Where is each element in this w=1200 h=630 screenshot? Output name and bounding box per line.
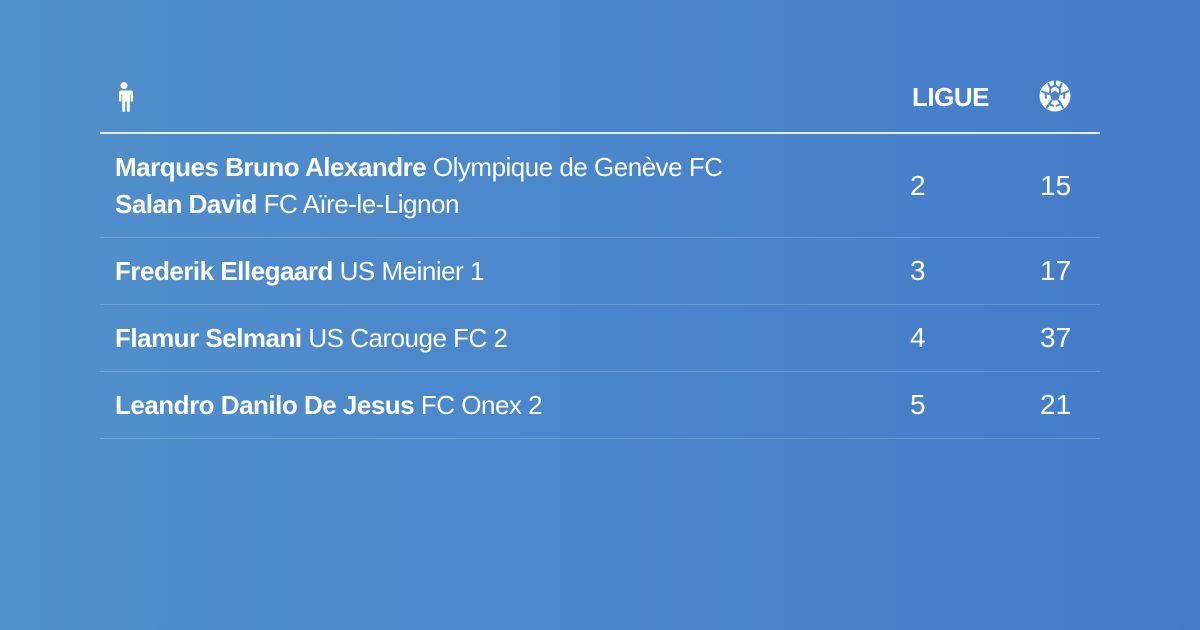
players-cell: Frederik Ellegaard US Meinier 1 [115,238,484,304]
table-row: Marques Bruno Alexandre Olympique de Gen… [100,134,1100,238]
table-row: Flamur Selmani US Carouge FC 2 4 37 [100,305,1100,372]
player-entry: Salan David FC Aïre-le-Lignon [115,186,723,223]
player-entry: Flamur Selmani US Carouge FC 2 [115,320,508,357]
player-club: US Carouge FC 2 [308,322,508,353]
player-name: Flamur Selmani [115,322,302,353]
goals-value: 15 [1040,169,1072,201]
person-icon [117,82,133,112]
player-club: US Meinier 1 [339,255,485,286]
player-name: Salan David [115,188,257,219]
league-value: 4 [910,322,926,353]
players-cell: Leandro Danilo De Jesus FC Onex 2 [115,372,543,438]
goals-value: 37 [1040,322,1072,353]
player-club: FC Aïre-le-Lignon [263,188,460,219]
player-name: Frederik Ellegaard [115,255,333,286]
league-value: 2 [910,169,926,201]
player-club: FC Onex 2 [420,389,543,420]
table-header: LIGUE [100,58,1100,134]
players-cell: Marques Bruno Alexandre Olympique de Gen… [115,134,723,237]
league-column-header: LIGUE [912,82,989,112]
player-club: Olympique de Genève FC [432,151,723,182]
goals-value: 17 [1040,255,1072,286]
scorers-table: LIGUE Marques Bruno Alexandre Olympique … [100,58,1100,439]
player-entry: Frederik Ellegaard US Meinier 1 [115,253,484,290]
league-value: 3 [910,255,926,286]
player-name: Marques Bruno Alexandre [115,151,427,182]
player-entry: Marques Bruno Alexandre Olympique de Gen… [115,149,723,186]
player-name: Leandro Danilo De Jesus [115,389,415,420]
goals-value: 21 [1040,389,1072,420]
table-row: Frederik Ellegaard US Meinier 1 3 17 [100,238,1100,305]
table-row: Leandro Danilo De Jesus FC Onex 2 5 21 [100,372,1100,439]
player-entry: Leandro Danilo De Jesus FC Onex 2 [115,387,543,424]
players-cell: Flamur Selmani US Carouge FC 2 [115,305,508,371]
league-value: 5 [910,389,926,420]
soccer-ball-icon [1039,80,1071,112]
